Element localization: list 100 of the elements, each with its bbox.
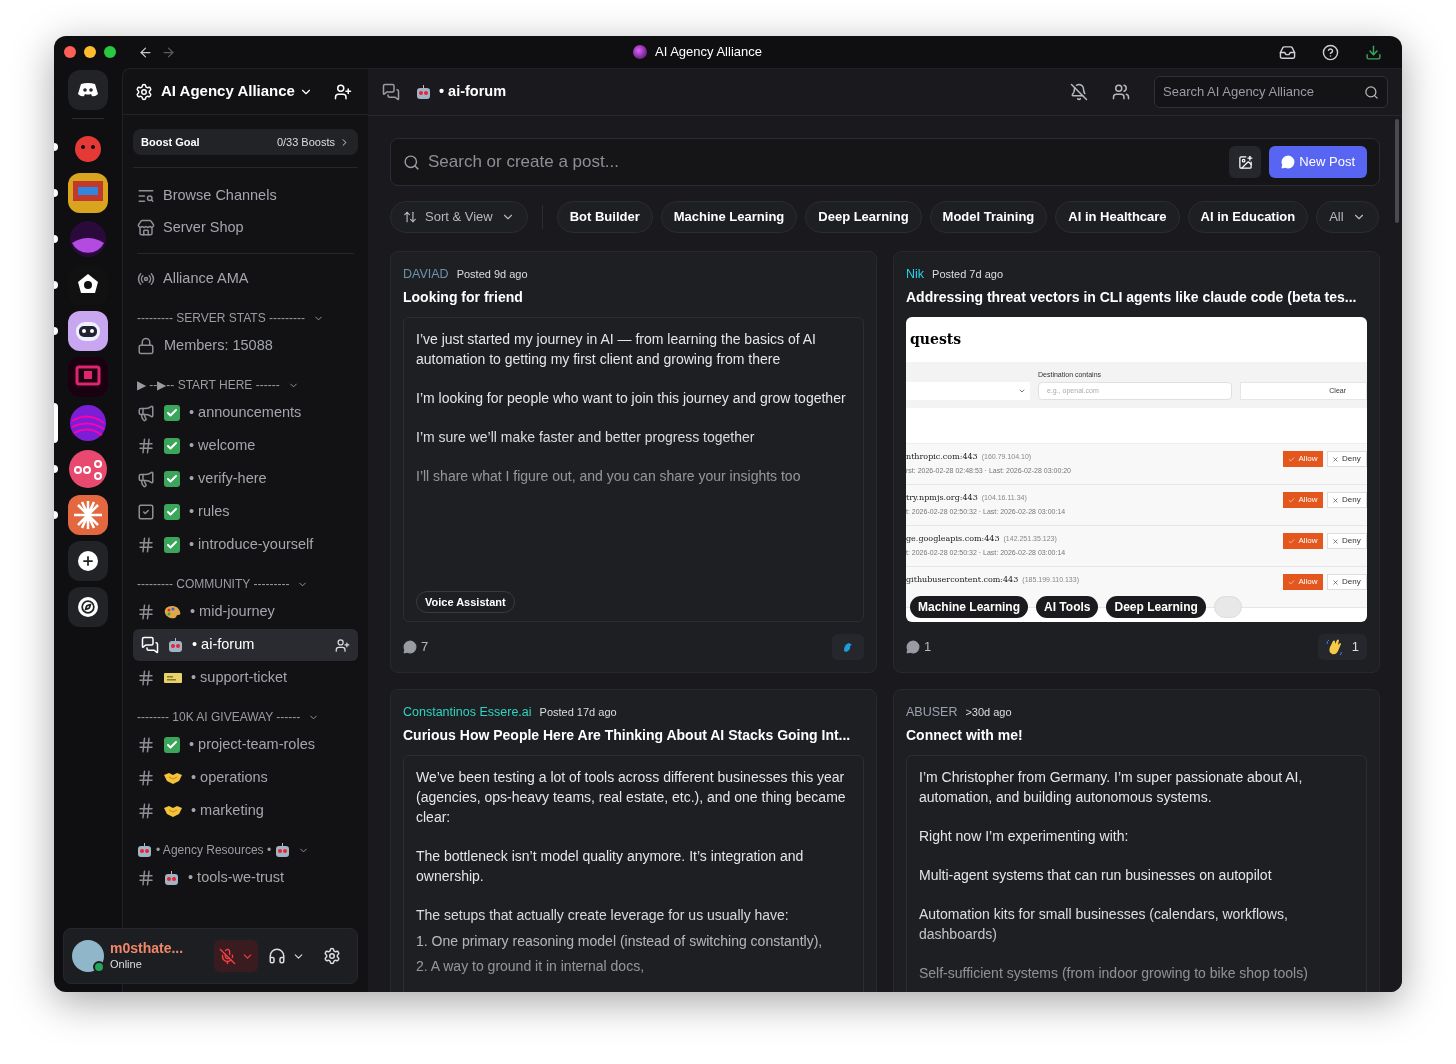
back-icon[interactable] <box>138 44 153 60</box>
post-card[interactable] <box>390 251 877 673</box>
server-search-field[interactable]: Search AI Agency Alliance <box>1154 76 1388 108</box>
filter-tag[interactable]: AI in Healthcare <box>1055 201 1180 233</box>
filter-tag[interactable]: Deep Learning <box>805 201 922 233</box>
comment-count: 7 <box>403 637 429 657</box>
comment-count: 1 <box>906 637 932 657</box>
post-tag[interactable]: AI Tools <box>1036 596 1099 618</box>
compass-icon <box>78 597 98 617</box>
channel-item[interactable]: • marketing <box>133 795 358 827</box>
plus-icon <box>78 551 98 571</box>
forward-icon[interactable] <box>161 44 176 60</box>
server-name[interactable]: AI Agency Alliance <box>161 80 295 103</box>
settings-icon[interactable] <box>323 947 341 965</box>
boost-label: Boost Goal <box>141 134 200 150</box>
sort-icon <box>403 210 417 224</box>
filter-tag[interactable]: Model Training <box>929 201 1048 233</box>
inbox-icon[interactable] <box>1279 43 1296 61</box>
sort-view-button[interactable]: Sort & View <box>390 201 528 233</box>
discover-button[interactable] <box>68 587 108 627</box>
deny-button[interactable]: Deny <box>1327 574 1367 591</box>
category-header[interactable]: --------- COMMUNITY --------- <box>133 573 358 595</box>
channel-item[interactable]: Members: 15088 <box>133 330 358 362</box>
deny-button[interactable]: Deny <box>1327 533 1367 550</box>
media-button[interactable] <box>1229 146 1262 178</box>
invite-icon[interactable] <box>335 637 350 653</box>
channel-item[interactable]: • project-team-roles <box>133 729 358 761</box>
server-icon[interactable] <box>68 495 108 535</box>
bell-off-icon[interactable] <box>1070 83 1088 101</box>
channel-name: • verify-here <box>189 469 267 489</box>
post-tag[interactable]: Machine Learning <box>910 596 1029 618</box>
close-button[interactable] <box>64 46 76 58</box>
server-icon[interactable] <box>68 173 108 213</box>
comment-icon <box>403 640 417 654</box>
channel-item[interactable]: • tools-we-trust <box>133 862 358 894</box>
post-card[interactable] <box>893 251 1380 673</box>
channel-item[interactable]: • mid-journey <box>133 596 358 628</box>
post-title[interactable]: Addressing threat vectors in CLI agents like claude code (beta tes... <box>906 286 1367 308</box>
post-title[interactable]: Looking for friend <box>403 286 864 308</box>
reaction-button[interactable]: 1 <box>1317 634 1367 660</box>
controller-face-icon <box>77 82 99 98</box>
channel-item[interactable]: • support-ticket <box>133 662 358 694</box>
server-icon[interactable] <box>68 449 108 489</box>
channel-item[interactable]: • announcements <box>133 397 358 429</box>
author-name[interactable]: ABUSER <box>906 703 958 722</box>
allow-button[interactable]: Allow <box>1283 451 1323 468</box>
author-name[interactable]: Nik <box>906 265 925 284</box>
user-avatar[interactable] <box>72 940 104 972</box>
post-tag[interactable]: Voice Assistant <box>416 591 515 613</box>
channel-item[interactable]: • introduce-yourself <box>133 529 358 561</box>
server-icon[interactable] <box>68 311 108 351</box>
deny-button[interactable]: Deny <box>1327 451 1367 468</box>
nav-item[interactable]: Browse Channels <box>133 180 358 212</box>
all-tags-button[interactable]: All <box>1316 201 1379 233</box>
post-time: Posted 9d ago <box>456 267 528 282</box>
filter-tag[interactable]: Bot Builder <box>556 201 653 233</box>
user-name[interactable]: m0sthate... <box>110 940 184 958</box>
category-header[interactable]: ▶ --▶-- START HERE ------ <box>133 374 358 396</box>
hash-icon <box>137 669 155 687</box>
help-icon[interactable] <box>1322 43 1339 61</box>
online-status-icon <box>93 961 105 973</box>
allow-button[interactable]: Allow <box>1283 574 1323 591</box>
home-button[interactable] <box>68 70 108 110</box>
channel-item[interactable]: • welcome <box>133 430 358 462</box>
download-icon[interactable] <box>1365 43 1382 61</box>
post-title[interactable]: Connect with me! <box>906 724 1367 746</box>
stage-icon <box>137 270 155 288</box>
post-search-bar[interactable]: Search or create a post... New Post <box>390 138 1380 186</box>
category-header[interactable]: -------- 10K AI GIVEAWAY ------ <box>133 706 358 728</box>
new-post-button[interactable]: New Post <box>1269 146 1367 178</box>
minimize-button[interactable] <box>84 46 96 58</box>
post-time: >30d ago <box>965 705 1012 720</box>
author-name[interactable]: Constantinos Essere.ai <box>403 703 532 722</box>
event-item[interactable]: Alliance AMA <box>133 263 358 295</box>
mic-button[interactable] <box>214 940 258 972</box>
filter-tag[interactable]: AI in Education <box>1187 201 1309 233</box>
headphones-icon[interactable] <box>268 947 286 965</box>
post-card[interactable] <box>893 689 1380 992</box>
post-tag[interactable]: Deep Learning <box>1106 596 1206 618</box>
deny-button[interactable]: Deny <box>1327 492 1367 509</box>
channel-item[interactable]: • verify-here <box>133 463 358 495</box>
reaction-button[interactable] <box>832 634 864 660</box>
author-name[interactable]: DAVIAD <box>403 265 449 284</box>
allow-button[interactable]: Allow <box>1283 492 1323 509</box>
invite-icon[interactable] <box>334 82 352 101</box>
channel-item[interactable]: • operations <box>133 762 358 794</box>
image-preview[interactable] <box>906 316 1367 622</box>
boost-goal-bar[interactable]: Boost Goal 0/33 Boosts <box>133 129 358 155</box>
category-header[interactable]: --------- SERVER STATS --------- <box>133 307 358 329</box>
maximize-button[interactable] <box>104 46 116 58</box>
post-title[interactable]: Curious How People Here Are Thinking About AI Stacks Going Int... <box>403 724 864 746</box>
add-server-button[interactable] <box>68 541 108 581</box>
filter-tag[interactable]: Machine Learning <box>660 201 798 233</box>
post-card[interactable] <box>390 689 877 992</box>
channel-item[interactable]: • rules <box>133 496 358 528</box>
members-icon[interactable] <box>1112 83 1130 101</box>
allow-button[interactable]: Allow <box>1283 533 1323 550</box>
category-header[interactable]: • Agency Resources • <box>133 839 358 861</box>
channel-item[interactable]: • ai-forum <box>133 629 358 661</box>
nav-item[interactable]: Server Shop <box>133 212 358 244</box>
